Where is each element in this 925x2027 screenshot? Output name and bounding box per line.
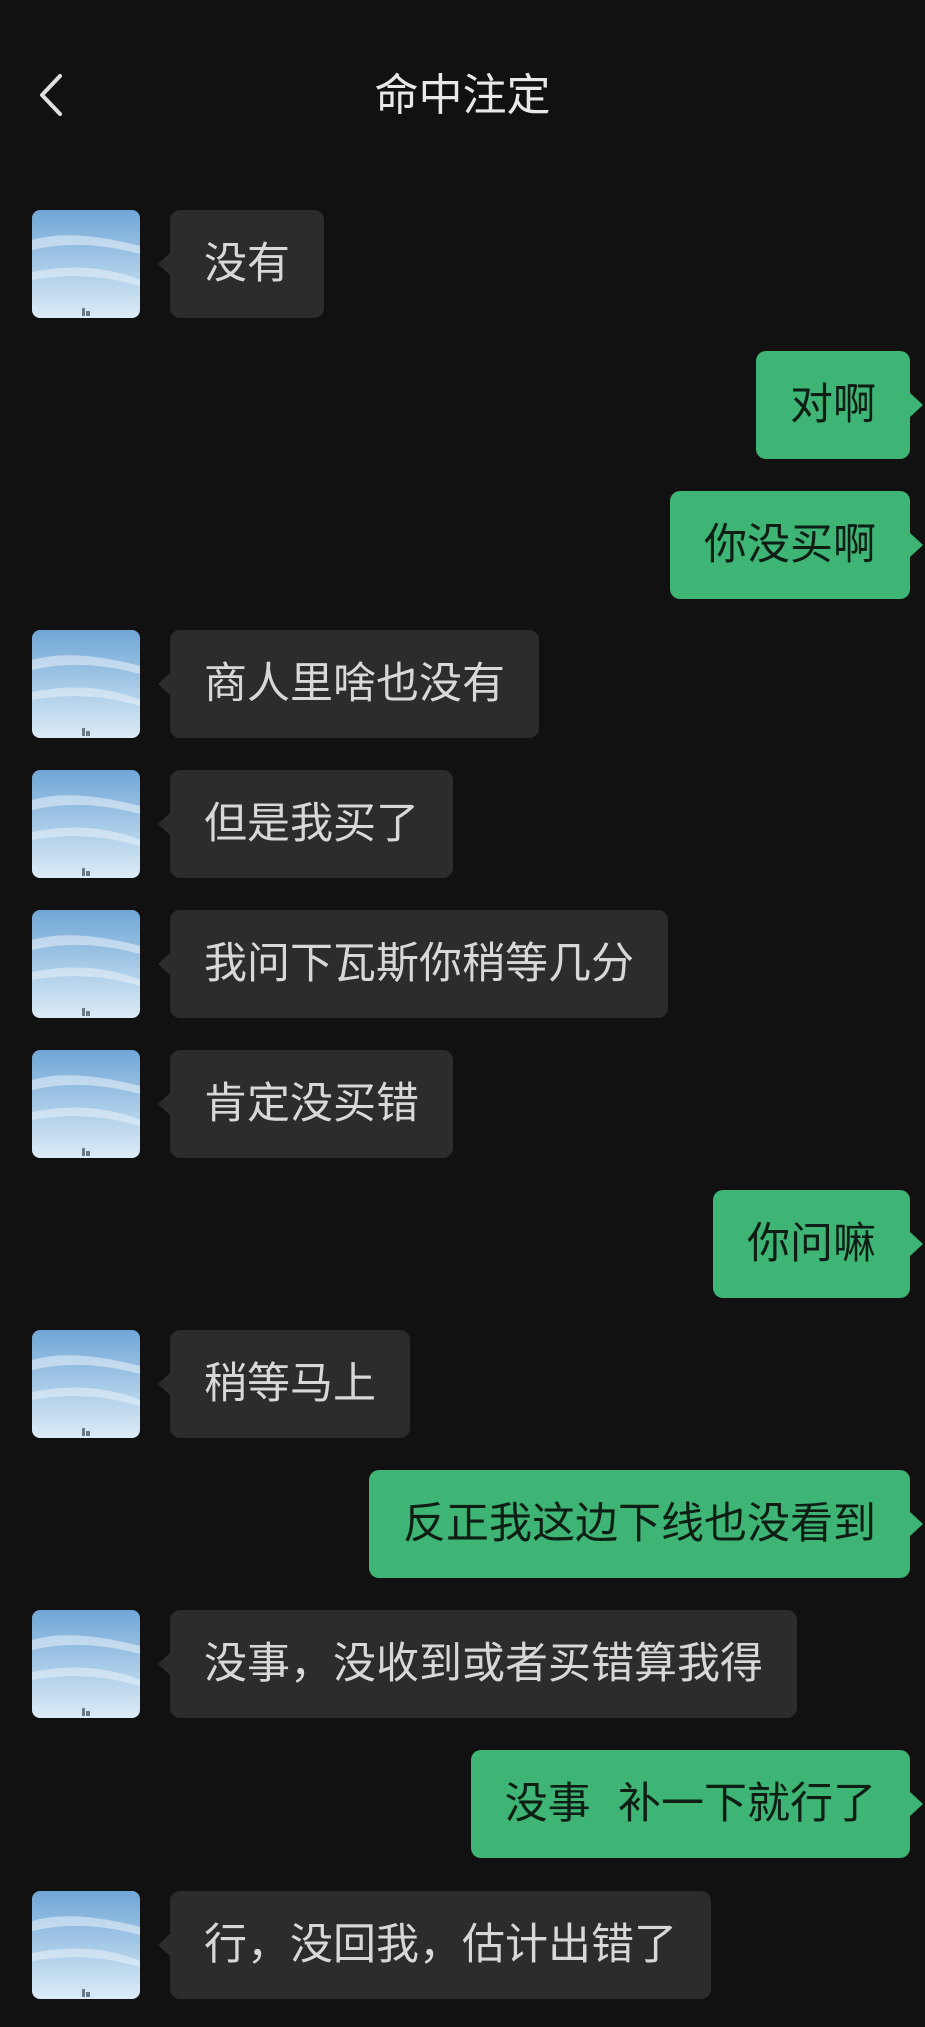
contact-avatar[interactable] [32,910,140,1018]
contact-avatar[interactable] [32,630,140,738]
incoming-message-bubble[interactable]: 行，没回我，估计出错了 [170,1891,711,1999]
outgoing-message-bubble[interactable]: 没事 补一下就行了 [470,1750,910,1858]
incoming-message-bubble[interactable]: 我问下瓦斯你稍等几分 [170,910,668,1018]
outgoing-message-bubble[interactable]: 你没买啊 [670,491,910,599]
message-row: 但是我买了 [0,770,925,880]
incoming-message-bubble[interactable]: 商人里啥也没有 [170,630,539,738]
incoming-message-bubble[interactable]: 但是我买了 [170,770,453,878]
chat-header: 命中注定 [0,0,925,190]
contact-avatar[interactable] [32,770,140,878]
outgoing-message-bubble[interactable]: 你问嘛 [713,1190,910,1298]
message-row: 没事 补一下就行了 [0,1750,925,1860]
message-row: 没有 [0,210,925,320]
contact-avatar[interactable] [32,1610,140,1718]
message-row: 你没买啊 [0,491,925,601]
message-row: 我问下瓦斯你稍等几分 [0,910,925,1020]
incoming-message-bubble[interactable]: 没事，没收到或者买错算我得 [170,1610,797,1718]
incoming-message-bubble[interactable]: 稍等马上 [170,1330,410,1438]
incoming-message-bubble[interactable]: 没有 [170,210,324,318]
outgoing-message-bubble[interactable]: 反正我这边下线也没看到 [369,1470,910,1578]
contact-avatar[interactable] [32,1050,140,1158]
message-row: 你问嘛 [0,1190,925,1300]
message-row: 商人里啥也没有 [0,630,925,740]
message-row: 反正我这边下线也没看到 [0,1470,925,1580]
incoming-message-bubble[interactable]: 肯定没买错 [170,1050,453,1158]
message-row: 对啊 [0,351,925,461]
outgoing-message-bubble[interactable]: 对啊 [756,351,910,459]
chat-title: 命中注定 [374,70,551,121]
message-row: 没事，没收到或者买错算我得 [0,1610,925,1720]
contact-avatar[interactable] [32,1330,140,1438]
contact-avatar[interactable] [32,210,140,318]
message-row: 肯定没买错 [0,1050,925,1160]
message-row: 稍等马上 [0,1330,925,1440]
message-row: 行，没回我，估计出错了 [0,1891,925,2001]
contact-avatar[interactable] [32,1891,140,1999]
